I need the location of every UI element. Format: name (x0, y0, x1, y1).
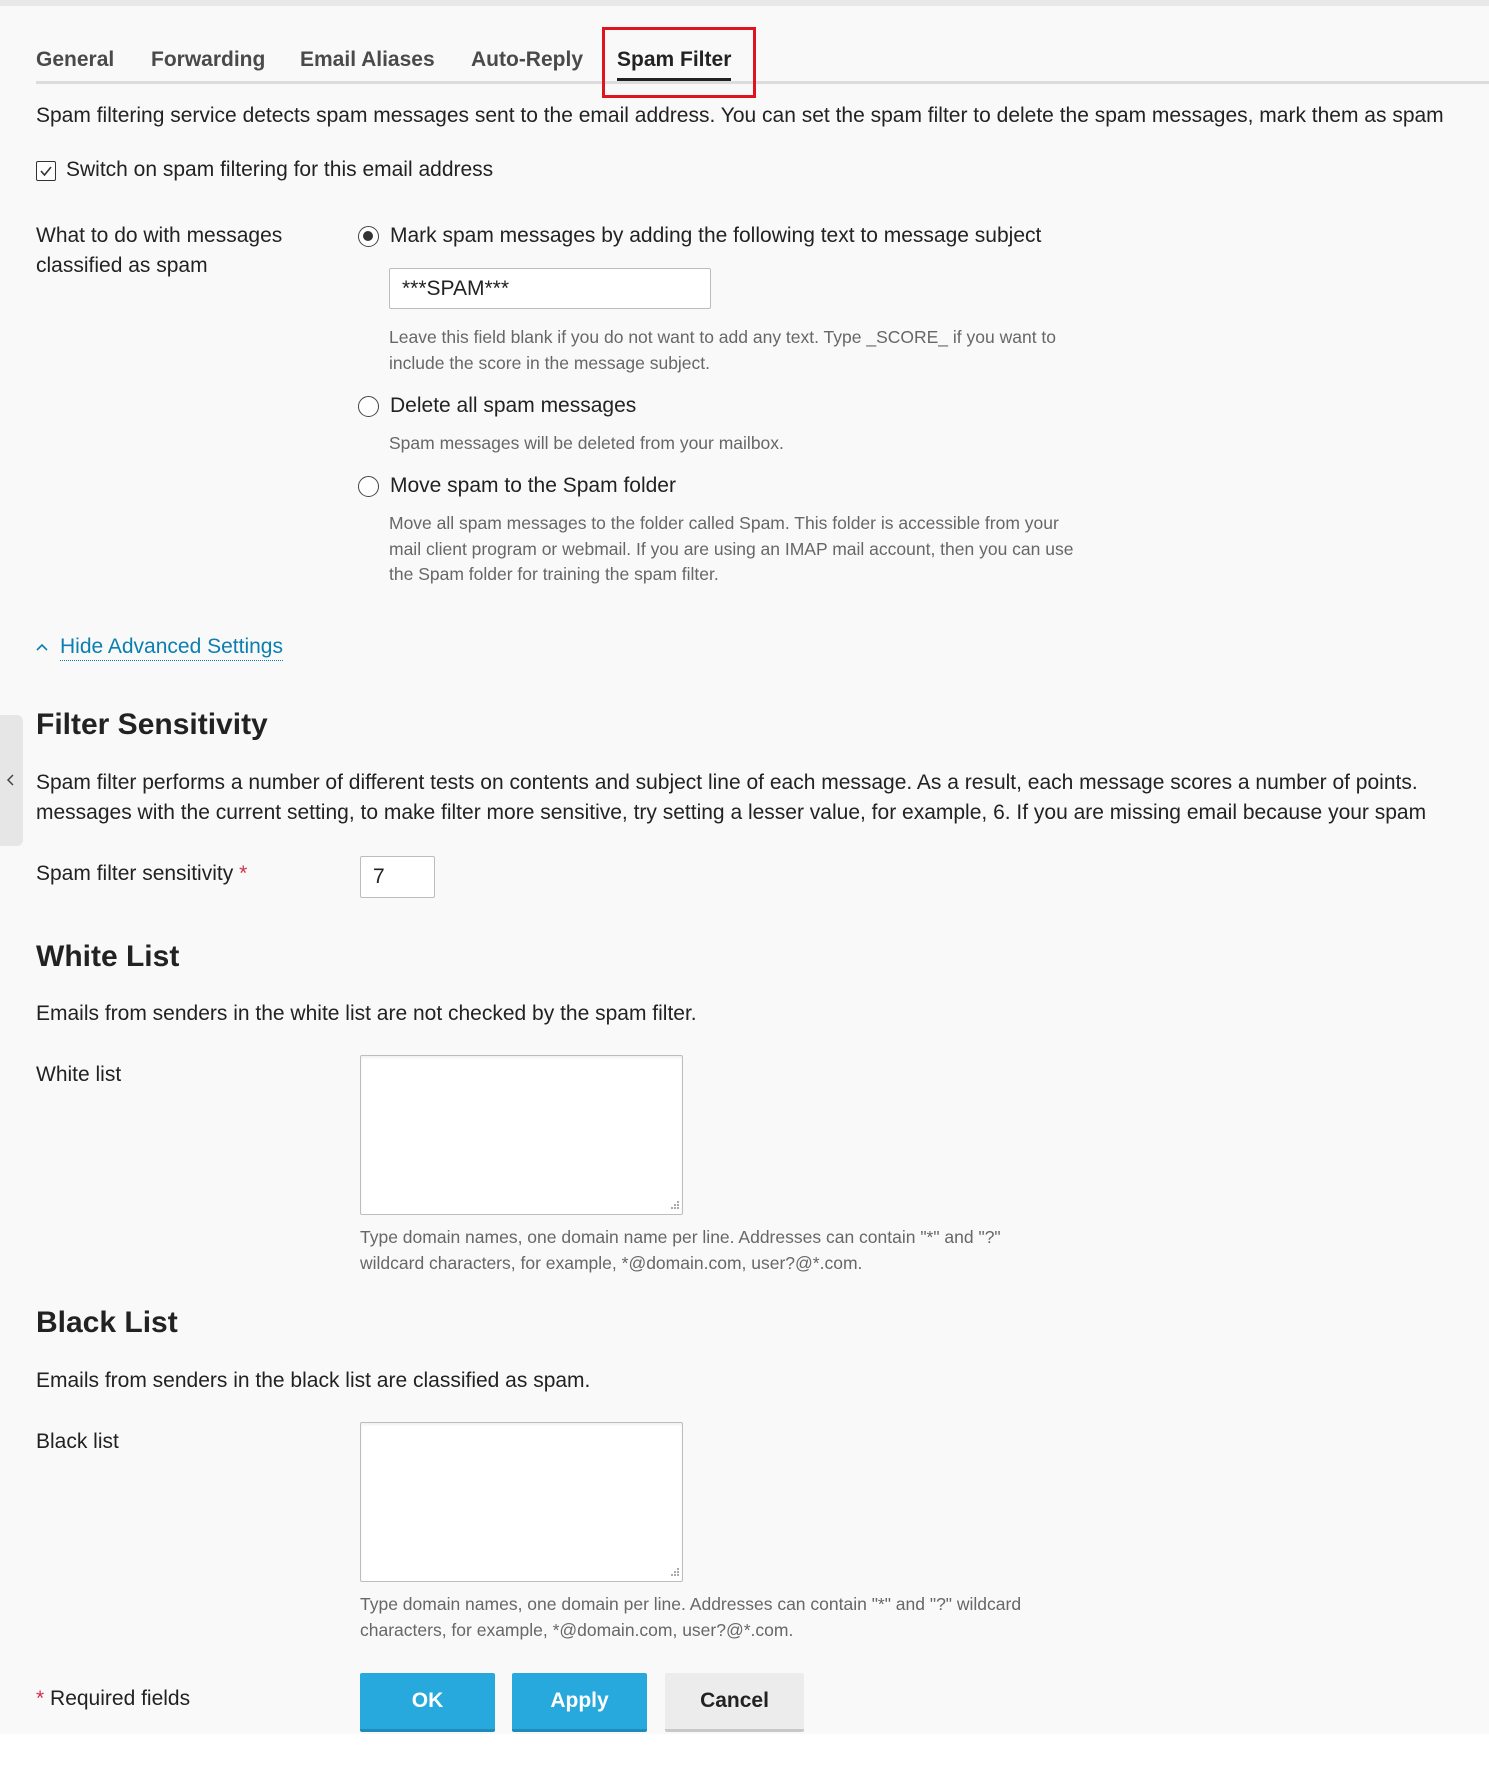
action-label-line2: classified as spam (36, 254, 208, 277)
white-list-textarea[interactable] (360, 1055, 683, 1215)
white-list-field-label: White list (36, 1063, 122, 1086)
move-spam-hint-line3: the Spam folder for training the spam fi… (389, 564, 719, 584)
active-tab-highlight-box (602, 27, 756, 98)
white-list-desc: Emails from senders in the white list ar… (36, 1002, 697, 1025)
black-list-desc: Emails from senders in the black list ar… (36, 1369, 591, 1392)
apply-button[interactable]: Apply (512, 1673, 647, 1732)
black-list-hint-line1: Type domain names, one domain per line. … (360, 1594, 1022, 1614)
filter-sensitivity-desc-line2: messages with the current setting, to ma… (36, 801, 1427, 824)
radio-move-spam-label[interactable]: Move spam to the Spam folder (390, 474, 676, 498)
required-fields-text: Required fields (50, 1687, 191, 1710)
required-star: * (239, 862, 248, 885)
black-list-textarea[interactable] (360, 1422, 683, 1582)
tab-forwarding[interactable]: Forwarding (151, 42, 265, 82)
enable-spam-filter-checkbox[interactable] (36, 161, 56, 181)
white-list-hint-line2: wildcard characters, for example, *@doma… (360, 1253, 863, 1273)
black-list-field-label: Black list (36, 1430, 119, 1453)
spam-filter-page: General Forwarding Email Aliases Auto-Re… (0, 6, 1489, 1734)
required-fields-note: * Required fields (36, 1687, 190, 1711)
intro-text: Spam filtering service detects spam mess… (36, 104, 1444, 127)
chevron-up-icon (36, 643, 48, 651)
radio-delete-spam[interactable] (358, 396, 379, 417)
spam-subject-text-input[interactable] (389, 268, 711, 309)
resize-grip-icon[interactable] (668, 1200, 680, 1212)
chevron-left-icon (6, 774, 14, 786)
radio-mark-spam[interactable] (358, 226, 379, 247)
resize-grip-icon[interactable] (668, 1567, 680, 1579)
white-list-heading: White List (36, 940, 180, 973)
hide-advanced-settings-link[interactable]: Hide Advanced Settings (60, 634, 283, 661)
move-spam-hint-line2: mail client program or webmail. If you a… (389, 539, 1074, 559)
sensitivity-field-label: Spam filter sensitivity * (36, 862, 247, 886)
checkmark-icon (40, 166, 52, 177)
enable-spam-filter-label[interactable]: Switch on spam filtering for this email … (66, 158, 493, 182)
tab-email-aliases[interactable]: Email Aliases (300, 42, 435, 82)
radio-mark-spam-label[interactable]: Mark spam messages by adding the followi… (390, 224, 1041, 248)
tab-general[interactable]: General (36, 42, 114, 82)
tab-bar: General Forwarding Email Aliases Auto-Re… (36, 42, 1489, 84)
mark-spam-hint-line1: Leave this field blank if you do not wan… (389, 327, 1057, 347)
radio-delete-spam-label[interactable]: Delete all spam messages (390, 394, 636, 418)
spam-sensitivity-input[interactable] (360, 856, 435, 898)
sidebar-collapse-handle[interactable] (0, 715, 23, 846)
move-spam-hint-line1: Move all spam messages to the folder cal… (389, 513, 1059, 533)
required-star: * (36, 1687, 45, 1710)
sensitivity-field-label-text: Spam filter sensitivity (36, 862, 234, 885)
white-list-hint-line1: Type domain names, one domain name per l… (360, 1227, 1001, 1247)
black-list-heading: Black List (36, 1306, 178, 1339)
black-list-hint-line2: characters, for example, *@domain.com, u… (360, 1620, 794, 1640)
filter-sensitivity-desc-line1: Spam filter performs a number of differe… (36, 771, 1418, 794)
radio-move-spam[interactable] (358, 476, 379, 497)
filter-sensitivity-heading: Filter Sensitivity (36, 708, 268, 741)
tab-auto-reply[interactable]: Auto-Reply (471, 42, 583, 82)
cancel-button[interactable]: Cancel (665, 1673, 804, 1732)
mark-spam-hint-line2: include the score in the message subject… (389, 353, 711, 373)
ok-button[interactable]: OK (360, 1673, 495, 1732)
delete-spam-hint: Spam messages will be deleted from your … (389, 433, 784, 453)
action-label-line1: What to do with messages (36, 224, 283, 247)
